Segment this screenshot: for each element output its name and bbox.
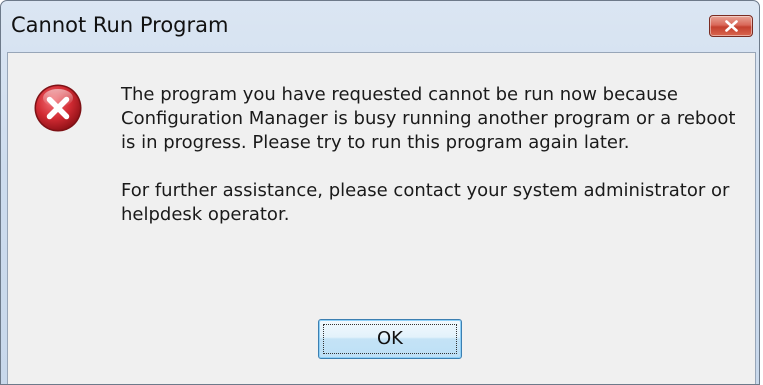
close-icon [725,20,738,32]
message-paragraph-1: The program you have requested cannot be… [121,84,736,153]
message-paragraph-2: For further assistance, please contact y… [121,180,730,225]
ok-button-label: OK [377,328,403,349]
close-button[interactable] [709,15,753,37]
window-title: Cannot Run Program [11,13,229,37]
title-bar[interactable]: Cannot Run Program [1,1,759,51]
ok-button[interactable]: OK [318,319,462,359]
message-text: The program you have requested cannot be… [121,83,751,227]
error-icon [34,84,82,132]
dialog-window: Cannot Run Program The program you have … [0,0,760,385]
dialog-body: The program you have requested cannot be… [7,52,756,384]
